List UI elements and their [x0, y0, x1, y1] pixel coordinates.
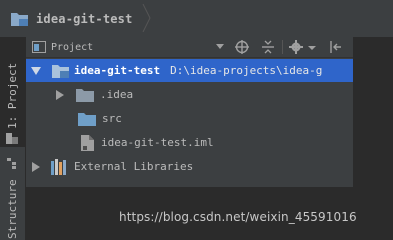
- project-panel: Project idea-git-test D:\idea-projects\i…: [26, 37, 353, 187]
- module-path: D:\idea-projects\idea-g: [170, 64, 323, 77]
- structure-tab-icon: [7, 158, 16, 169]
- hide-panel-icon[interactable]: [328, 39, 344, 55]
- source-folder-icon: [78, 112, 96, 126]
- tab-structure[interactable]: Structure: [0, 149, 25, 240]
- module-folder-icon: [52, 64, 69, 78]
- gear-icon[interactable]: [288, 39, 304, 55]
- project-view-icon: [32, 41, 46, 53]
- left-tool-strip: 1: Project Structure: [0, 37, 26, 240]
- tree-row-iml-file[interactable]: idea-git-test.iml: [26, 131, 353, 154]
- tree-row-label: External Libraries: [74, 160, 194, 173]
- tab-project[interactable]: 1: Project: [0, 37, 25, 147]
- dropdown-arrow-icon[interactable]: [216, 44, 224, 49]
- locate-icon[interactable]: [234, 39, 250, 55]
- tab-structure-label: Structure: [6, 179, 19, 239]
- project-tab-icon: [6, 133, 18, 144]
- tree-row-label: idea-git-test: [74, 64, 161, 77]
- folder-icon: [76, 88, 94, 102]
- tree-row-src-folder[interactable]: src: [26, 107, 353, 130]
- panel-header: Project: [26, 37, 353, 58]
- gear-dropdown-icon[interactable]: [307, 39, 317, 55]
- library-icon: [51, 158, 66, 175]
- watermark: https://blog.csdn.net/weixin_45591016: [119, 210, 357, 224]
- expand-right-icon[interactable]: [56, 89, 64, 100]
- tree-row-label: src: [102, 112, 122, 125]
- tab-project-label: 1: Project: [6, 62, 19, 129]
- breadcrumb-project-name: idea-git-test: [36, 12, 133, 26]
- editor-area: [353, 37, 393, 240]
- tree-row-label: .idea: [100, 88, 134, 101]
- tree-row-root-module[interactable]: idea-git-test D:\idea-projects\idea-g: [26, 59, 353, 82]
- view-selector-label: Project: [51, 41, 94, 53]
- tree-row-external-libraries[interactable]: External Libraries: [26, 155, 353, 178]
- tree-row-label: idea-git-test.iml: [101, 136, 214, 149]
- tree-row-idea-folder[interactable]: .idea: [26, 83, 353, 106]
- expand-right-icon[interactable]: [32, 161, 40, 172]
- navigation-bar: idea-git-test: [0, 0, 393, 38]
- module-folder-icon: [11, 13, 28, 26]
- expand-down-icon[interactable]: [31, 66, 41, 75]
- header-divider: [282, 40, 283, 54]
- breadcrumb[interactable]: idea-git-test: [10, 9, 133, 29]
- collapse-all-icon[interactable]: [260, 39, 276, 55]
- breadcrumb-separator: [142, 4, 151, 32]
- file-icon: [81, 134, 94, 151]
